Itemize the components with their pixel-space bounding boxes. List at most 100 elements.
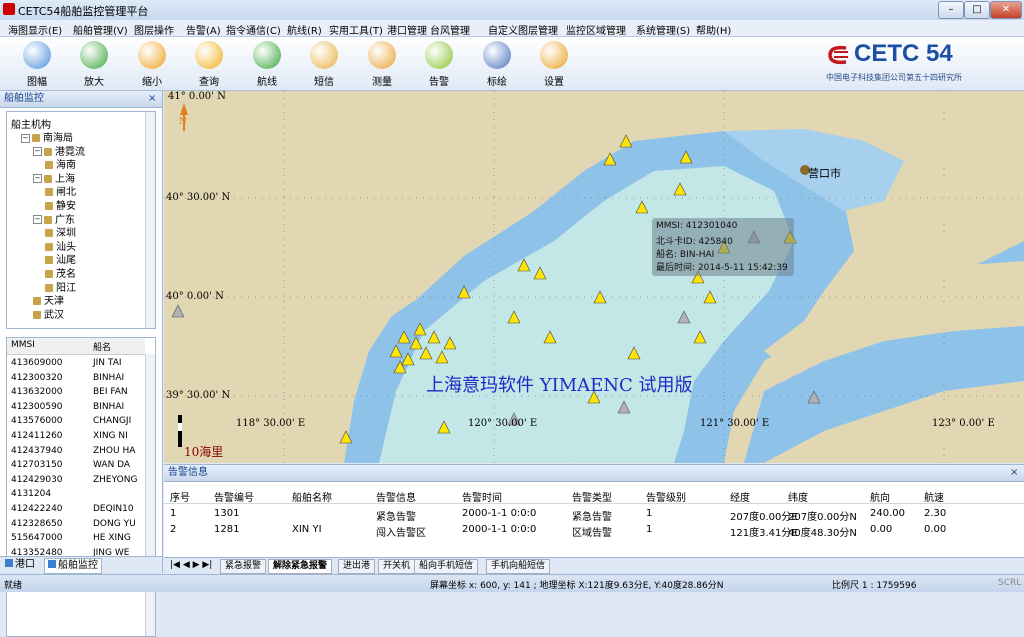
alert-tab-4[interactable]: 船向手机短信 (414, 559, 479, 574)
ship-row[interactable]: 515647000 HE XING (7, 532, 145, 546)
toolbar-button-3[interactable]: 查询 (186, 39, 232, 88)
menu-item-0[interactable]: 海图显示(E) (8, 22, 62, 37)
left-panel-title: 船舶监控 (4, 93, 44, 104)
menu-item-3[interactable]: 告警(A) (186, 22, 221, 37)
alert-cell[interactable]: 1 (646, 524, 652, 535)
tab-port[interactable]: 港口 (2, 558, 38, 572)
alert-col-header[interactable]: 告警时间 (462, 489, 502, 504)
alert-cell[interactable]: 1301 (214, 508, 239, 519)
alert-col-header[interactable]: 告警类型 (572, 489, 612, 504)
tree-expander-icon[interactable]: − (33, 174, 42, 184)
ship-row[interactable]: 413609000 JIN TAI (7, 357, 145, 371)
alert-cell[interactable]: 2.30 (924, 508, 946, 519)
toolbar-button-4[interactable]: 航线 (244, 39, 290, 88)
lon-label-3: 121° 30.00' E (700, 418, 770, 429)
alert-cell[interactable]: 闯入告警区 (376, 524, 426, 539)
alert-tab-3[interactable]: 开关机 (378, 559, 416, 574)
alert-cell[interactable]: 1 (646, 508, 652, 519)
alert-tab-1[interactable]: 解除紧急报警 (268, 559, 333, 574)
alert-cell[interactable]: XIN YI (292, 524, 322, 535)
alert-tab-0[interactable]: 紧急报警 (220, 559, 267, 574)
ship-row[interactable]: 412437940 ZHOU HA (7, 445, 145, 459)
alert-col-header[interactable]: 告警编号 (214, 489, 254, 504)
col-ship-name[interactable]: 船名 (93, 340, 111, 353)
ship-row[interactable]: 412422240 DEQIN10 (7, 503, 145, 517)
tree-expander-icon[interactable]: − (33, 147, 42, 157)
menu-item-1[interactable]: 船舶管理(V) (73, 22, 128, 37)
alert-col-header[interactable]: 序号 (170, 489, 190, 504)
ship-row[interactable]: 412411260 XING NI (7, 430, 145, 444)
menu-item-12[interactable]: 帮助(H) (696, 22, 731, 37)
alert-cell[interactable]: 0.00 (924, 524, 946, 535)
toolbar-button-7[interactable]: 告警 (416, 39, 462, 88)
toolbar-button-5[interactable]: 短信 (301, 39, 347, 88)
col-mmsi[interactable]: MMSI (11, 340, 35, 350)
info-last-time: 最后时间: 2014-5-11 15:42:39 (656, 263, 788, 273)
org-folder-icon (45, 283, 53, 292)
alert-cell[interactable]: 1 (170, 508, 176, 519)
menu-item-8[interactable]: 台风管理 (430, 22, 470, 37)
alert-cell[interactable]: 0.00 (870, 524, 892, 535)
toolbar-button-1[interactable]: 放大 (71, 39, 117, 88)
ship-row[interactable]: 413576000 CHANGJI (7, 415, 145, 429)
tree-expander-icon[interactable]: − (33, 215, 42, 225)
ship-row[interactable]: 4131204 (7, 488, 145, 502)
alert-tab-5[interactable]: 手机向船短信 (486, 559, 551, 574)
menu-item-7[interactable]: 港口管理 (387, 22, 427, 37)
alert-col-header[interactable]: 航向 (870, 489, 890, 504)
ship-row[interactable]: 412429030 ZHEYONG (7, 474, 145, 488)
lat-label-4: 39° 30.00' N (166, 390, 231, 401)
menu-item-11[interactable]: 系统管理(S) (636, 22, 690, 37)
alert-tab-2[interactable]: 进出港 (338, 559, 376, 574)
ship-list-scrollbar[interactable] (145, 354, 155, 636)
maximize-button[interactable]: □ (964, 1, 990, 19)
tree-expander-icon[interactable]: − (21, 133, 30, 143)
tab-ship-monitor[interactable]: 船舶监控 (44, 558, 102, 574)
toolbar-label: 查询 (199, 77, 219, 88)
tree-scrollbar[interactable] (145, 112, 155, 328)
tab-nav-arrows[interactable]: |◀ ◀ ▶ ▶| (166, 559, 216, 572)
ship-row[interactable]: 412703150 WAN DA (7, 459, 145, 473)
ship-name: JIN TAI (93, 358, 122, 368)
ship-row[interactable]: 412328650 DONG YU (7, 518, 145, 532)
alert-cell[interactable]: 2 (170, 524, 176, 535)
toolbar-button-2[interactable]: 缩小 (129, 39, 175, 88)
alert-cell[interactable]: 207度0.00分N (788, 508, 857, 523)
alert-cell[interactable]: 40度48.30分N (788, 524, 857, 539)
close-alert-panel-icon[interactable]: × (1010, 465, 1018, 481)
alert-col-header[interactable]: 船舶名称 (292, 489, 332, 504)
alert-cell[interactable]: 240.00 (870, 508, 905, 519)
toolbar-button-0[interactable]: 图幅 (14, 39, 60, 88)
minimize-button[interactable]: – (938, 1, 964, 19)
toolbar-button-9[interactable]: 设置 (531, 39, 577, 88)
alert-cell[interactable]: 2000-1-1 0:0:0 (462, 508, 536, 519)
tree-node[interactable]: 武汉 (33, 306, 64, 321)
close-button[interactable]: ✕ (990, 1, 1022, 19)
ship-row[interactable]: 412300320 BINHAI (7, 372, 145, 386)
ship-row[interactable]: 413632000 BEI FAN (7, 386, 145, 400)
menu-item-2[interactable]: 图层操作 (134, 22, 174, 37)
alert-cell[interactable]: 2000-1-1 0:0:0 (462, 524, 536, 535)
toolbar-button-6[interactable]: 测量 (359, 39, 405, 88)
menu-item-10[interactable]: 监控区域管理 (566, 22, 626, 37)
menu-item-4[interactable]: 指令通信(C) (226, 22, 281, 37)
menu-item-5[interactable]: 航线(R) (287, 22, 322, 37)
ship-mmsi: 413576000 (11, 416, 63, 427)
map-sheet-icon (23, 41, 51, 69)
ship-row[interactable]: 412300590 BINHAI (7, 401, 145, 415)
alert-cell[interactable]: 紧急告警 (376, 508, 416, 523)
alert-col-header[interactable]: 纬度 (788, 489, 808, 504)
chart-map[interactable]: 41° 0.00' N 40° 30.00' N 40° 0.00' N 39°… (164, 91, 1024, 463)
menu-item-9[interactable]: 自定义图层管理 (488, 22, 558, 37)
alert-col-header[interactable]: 告警级别 (646, 489, 686, 504)
alert-cell[interactable]: 1281 (214, 524, 239, 535)
ship-mmsi: 515647000 (11, 533, 63, 544)
alert-col-header[interactable]: 航速 (924, 489, 944, 504)
toolbar-button-8[interactable]: 标绘 (474, 39, 520, 88)
alert-cell[interactable]: 紧急告警 (572, 508, 612, 523)
alert-col-header[interactable]: 经度 (730, 489, 750, 504)
alert-cell[interactable]: 区域告警 (572, 524, 612, 539)
close-panel-icon[interactable]: × (148, 91, 156, 107)
menu-item-6[interactable]: 实用工具(T) (329, 22, 383, 37)
alert-col-header[interactable]: 告警信息 (376, 489, 416, 504)
